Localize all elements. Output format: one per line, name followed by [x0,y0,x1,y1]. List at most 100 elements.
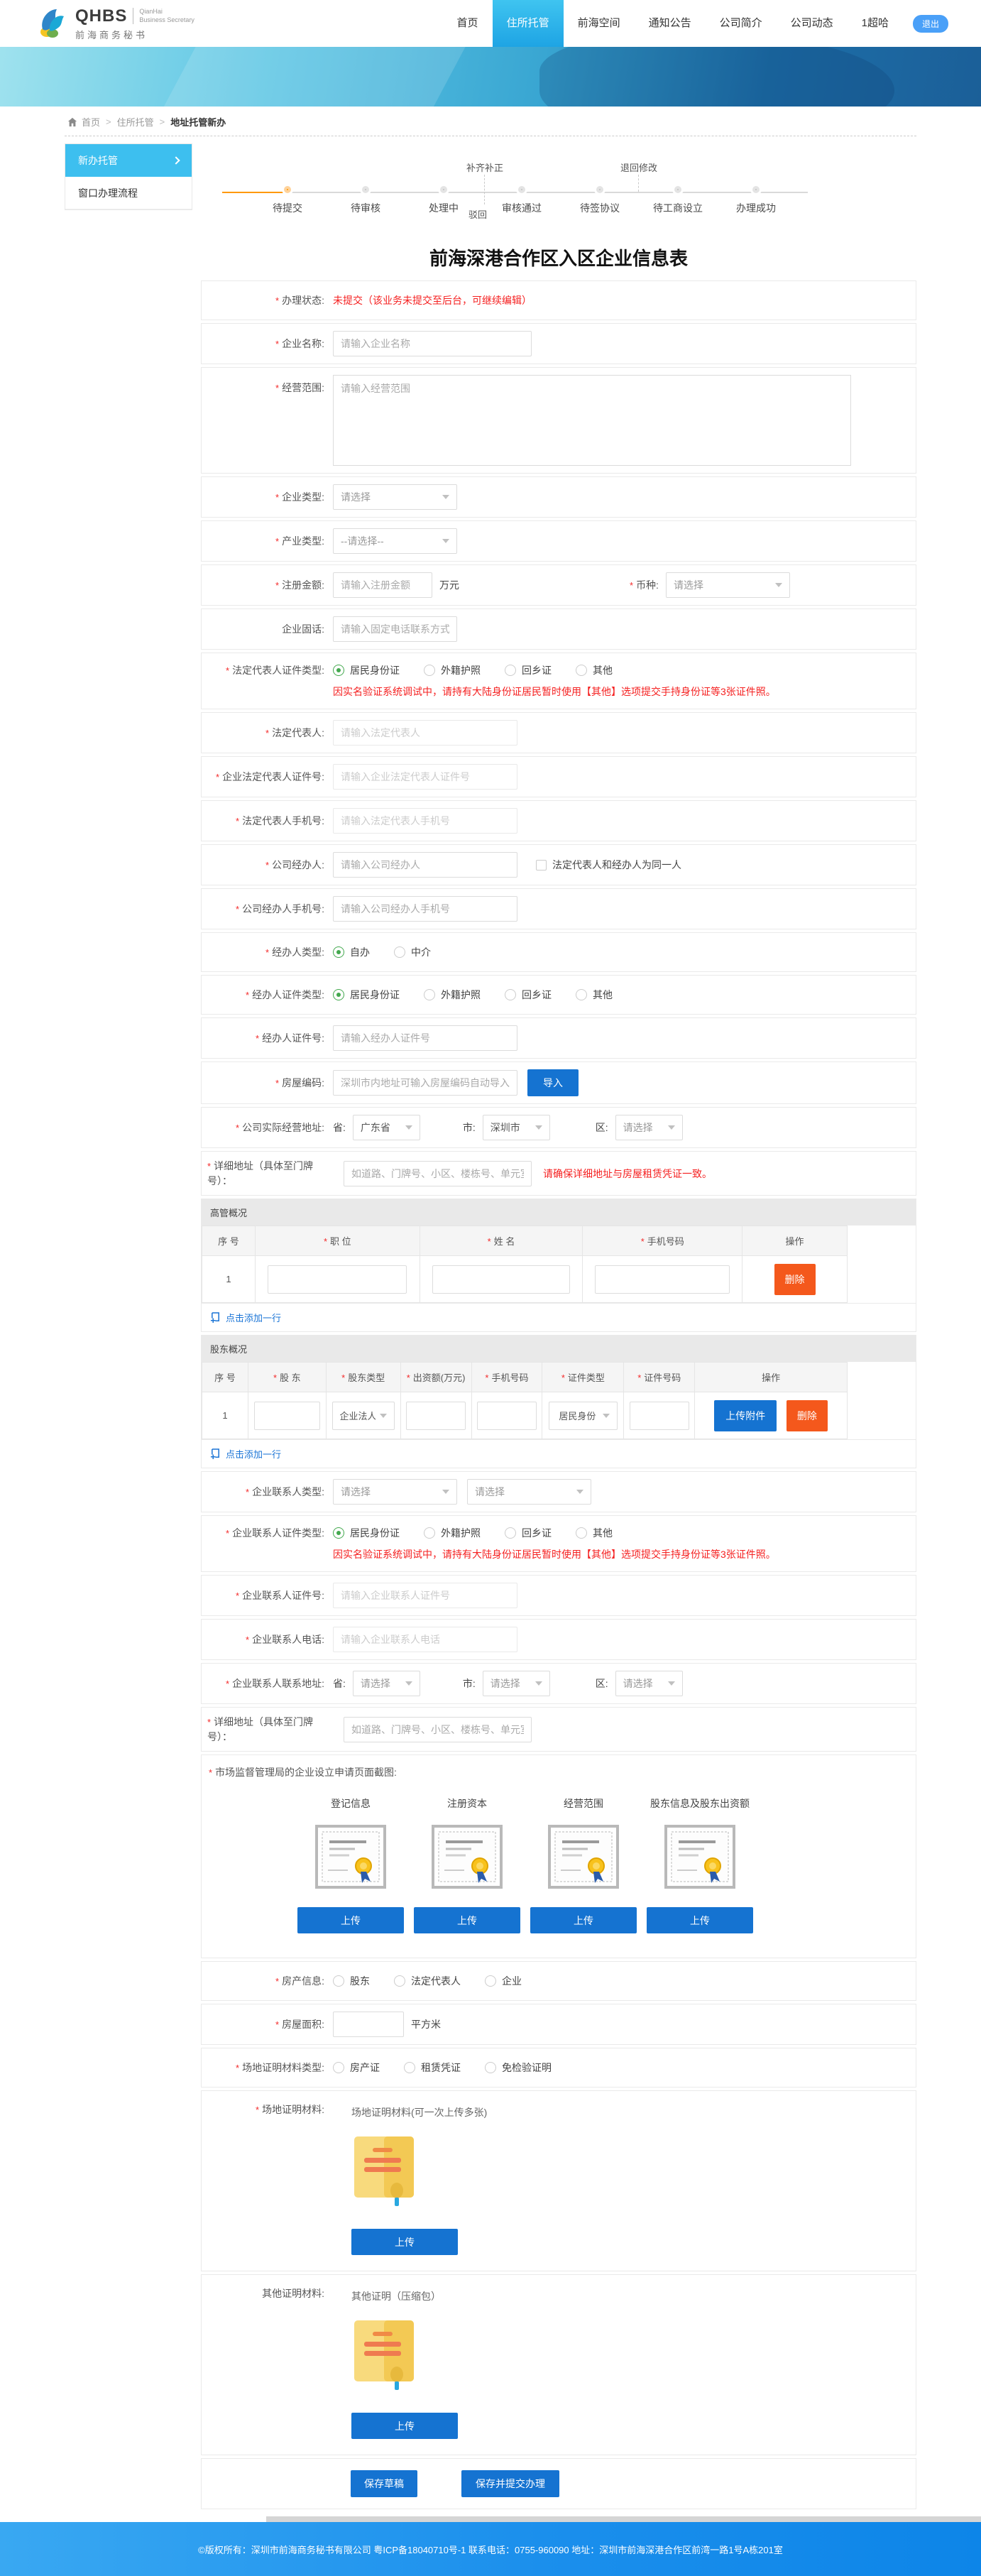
shareholder-name-input[interactable] [254,1402,319,1430]
nav-hosting[interactable]: 住所托管 [493,0,564,47]
agent-mobile-input[interactable] [333,896,517,922]
contact-cert-other-radio[interactable] [576,1527,587,1539]
row-site-cert-type: *场地证明材料类型: 房产证 租赁凭证 免检验证明 [201,2048,916,2087]
save-draft-button[interactable]: 保存草稿 [351,2470,417,2497]
contact-city-select[interactable]: 请选择 [483,1671,550,1696]
district-select[interactable]: 请选择 [615,1115,683,1140]
nav-home[interactable]: 首页 [443,0,493,47]
contact-cert-passport-radio[interactable] [424,1527,435,1539]
contact-type-select-1[interactable]: 请选择 [333,1479,457,1505]
detail-address-2-input[interactable] [344,1717,532,1742]
house-code-input[interactable] [333,1070,517,1096]
upload-registration-button[interactable]: 上传 [297,1907,404,1933]
screenshot-col-scope: 经营范围 上传 [530,1786,637,1933]
agent-cert-passport-radio[interactable] [424,989,435,1000]
row-agent-cert-type: *经办人证件类型: 居民身份证 外籍护照 回乡证 其他 [201,975,916,1015]
shareholder-type-select[interactable]: 企业法人 [332,1402,395,1430]
company-type-select[interactable]: 请选择 [333,484,457,510]
executive-mobile-input[interactable] [595,1265,730,1294]
agent-cert-id-radio[interactable] [333,989,344,1000]
status-value: 未提交（该业务未提交至后台，可继续编辑） [333,293,532,307]
shareholder-cert-type-select[interactable]: 居民身份 [549,1402,618,1430]
contact-cert-return-permit-radio[interactable] [505,1527,516,1539]
executives-add-row[interactable]: 点击添加一行 [202,1303,916,1331]
contact-id-input[interactable] [333,1583,517,1608]
caret-down-icon [405,1681,412,1686]
executive-name-input[interactable] [432,1265,570,1294]
add-row-icon [210,1448,221,1460]
property-company-radio[interactable] [485,1975,496,1987]
save-submit-button[interactable]: 保存并提交办理 [461,2470,559,2497]
legal-name-input[interactable] [333,720,517,746]
breadcrumb-section[interactable]: 住所托管 [117,115,154,129]
shareholder-amount-input[interactable] [406,1402,466,1430]
currency-select[interactable]: 请选择 [666,572,790,598]
agent-type-intermediary-radio[interactable] [394,946,405,958]
row-reg-capital: *注册金额: 万元 *币种: 请选择 [201,564,916,606]
landline-input[interactable] [333,616,457,642]
same-person-checkbox[interactable] [536,860,547,871]
row-contact-address: *企业联系人联系地址: 省: 请选择 市: 请选择 区: 请选择 [201,1663,916,1704]
upload-capital-button[interactable]: 上传 [414,1907,520,1933]
site-exempt-cert-radio[interactable] [485,2062,496,2073]
legal-id-input[interactable] [333,764,517,790]
shareholder-upload-button[interactable]: 上传附件 [714,1400,777,1431]
row-legal-id: *企业法定代表人证件号: [201,756,916,797]
agent-cert-other-radio[interactable] [576,989,587,1000]
agent-input[interactable] [333,852,517,878]
executive-delete-button[interactable]: 删除 [774,1264,816,1295]
annotation-dash-line [638,175,639,192]
site-cert-hint: 场地证明材料(可一次上传多张) [351,2105,487,2119]
agent-cert-return-permit-radio[interactable] [505,989,516,1000]
reg-capital-input[interactable] [333,572,432,598]
business-scope-textarea[interactable] [333,375,851,466]
house-area-input[interactable] [333,2012,404,2037]
contact-type-select-2[interactable]: 请选择 [467,1479,591,1505]
upload-scope-button[interactable]: 上传 [530,1907,637,1933]
nav-about[interactable]: 公司简介 [706,0,777,47]
nav-news[interactable]: 公司动态 [777,0,848,47]
legal-cert-return-permit-radio[interactable] [505,665,516,676]
logout-button[interactable]: 退出 [913,15,948,33]
upload-shareholder-button[interactable]: 上传 [647,1907,753,1933]
nav-notice[interactable]: 通知公告 [635,0,706,47]
shareholders-add-row[interactable]: 点击添加一行 [202,1439,916,1468]
property-legal-rep-radio[interactable] [394,1975,405,1987]
shareholder-mobile-input[interactable] [477,1402,537,1430]
breadcrumb-home[interactable]: 首页 [82,115,100,129]
shareholder-cert-no-input[interactable] [630,1402,689,1430]
agent-type-self-radio[interactable] [333,946,344,958]
company-name-input[interactable] [333,331,532,356]
sidebar-item-new-hosting[interactable]: 新办托管 [65,144,192,177]
contact-cert-id-radio[interactable] [333,1527,344,1539]
annotation-dash-line [484,175,485,204]
contact-phone-input[interactable] [333,1627,517,1652]
nav-space[interactable]: 前海空间 [564,0,635,47]
site-property-cert-radio[interactable] [333,2062,344,2073]
executive-position-input[interactable] [268,1265,407,1294]
logo-bird-icon [33,5,70,42]
province-select[interactable]: 广东省 [353,1115,420,1140]
step-dot [362,186,369,193]
detail-address-input[interactable] [344,1161,532,1186]
sidebar-item-process[interactable]: 窗口办理流程 [65,177,192,209]
contact-province-select[interactable]: 请选择 [353,1671,420,1696]
screenshot-col-registration: 登记信息 上传 [297,1786,405,1933]
nav-username[interactable]: 1超哈 [848,0,903,47]
legal-cert-passport-radio[interactable] [424,665,435,676]
shareholder-delete-button[interactable]: 删除 [787,1400,828,1431]
city-select[interactable]: 深圳市 [483,1115,550,1140]
other-cert-upload-button[interactable]: 上传 [351,2413,458,2439]
logo: QHBS QianHai Business Secretary 前海商务秘书 [33,5,194,42]
agent-id-input[interactable] [333,1025,517,1051]
contact-district-select[interactable]: 请选择 [615,1671,683,1696]
industry-type-select[interactable]: --请选择-- [333,528,457,554]
logo-name-cn: 前海商务秘书 [75,28,194,41]
site-lease-voucher-radio[interactable] [404,2062,415,2073]
legal-cert-id-radio[interactable] [333,665,344,676]
import-button[interactable]: 导入 [527,1069,579,1096]
legal-cert-other-radio[interactable] [576,665,587,676]
site-cert-upload-button[interactable]: 上传 [351,2229,458,2255]
property-shareholder-radio[interactable] [333,1975,344,1987]
legal-mobile-input[interactable] [333,808,517,834]
